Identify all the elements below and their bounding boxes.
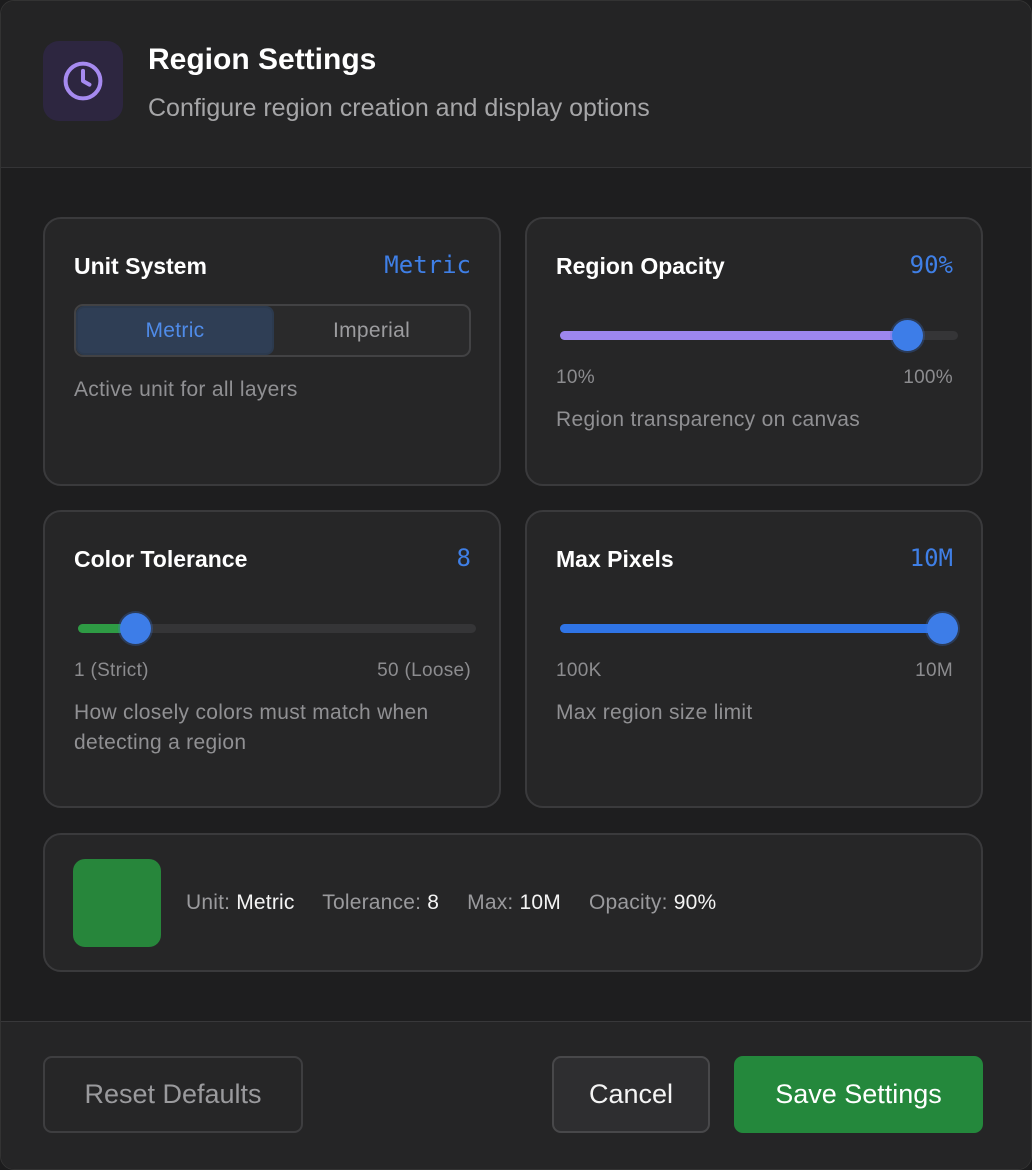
max-pixels-description: Max region size limit: [556, 701, 753, 724]
unit-system-title: Unit System: [74, 253, 207, 279]
opacity-slider-thumb[interactable]: [892, 320, 923, 351]
dialog-title: Region Settings: [148, 43, 377, 76]
reset-defaults-button[interactable]: Reset Defaults: [43, 1056, 303, 1133]
unit-option-imperial[interactable]: Imperial: [274, 306, 469, 355]
unit-system-description: Active unit for all layers: [74, 378, 298, 401]
summary-unit-value: Metric: [236, 891, 295, 914]
summary-tolerance-value: 8: [427, 891, 440, 914]
region-settings-dialog: Region Settings Configure region creatio…: [0, 0, 1032, 1170]
opacity-max-label: 100%: [903, 367, 953, 388]
unit-segmented-control: Metric Imperial: [74, 304, 471, 357]
max-pixels-slider-fill: [560, 624, 958, 633]
unit-option-metric[interactable]: Metric: [76, 306, 274, 355]
tolerance-max-label: 50 (Loose): [377, 660, 471, 681]
save-settings-button[interactable]: Save Settings: [734, 1056, 983, 1133]
region-opacity-value: 90%: [909, 251, 953, 279]
tolerance-min-label: 1 (Strict): [74, 660, 149, 681]
unit-system-value: Metric: [384, 251, 471, 279]
summary-card: Unit: Metric Tolerance: 8 Max: 10M Opaci…: [43, 833, 983, 972]
summary-tolerance-label: Tolerance:: [322, 891, 422, 914]
summary-max-value: 10M: [519, 891, 561, 914]
color-tolerance-title: Color Tolerance: [74, 546, 248, 572]
max-pixels-max-label: 10M: [915, 660, 953, 681]
clock-icon: [63, 61, 103, 101]
max-pixels-value: 10M: [909, 544, 953, 572]
summary-unit-label: Unit:: [186, 891, 231, 914]
max-pixels-min-label: 100K: [556, 660, 602, 681]
summary-opacity-value: 90%: [673, 891, 717, 914]
summary-opacity-label: Opacity:: [589, 891, 668, 914]
max-pixels-card: Max Pixels 10M 100K 10M Max region size …: [525, 510, 983, 808]
color-tolerance-description: How closely colors must match when detec…: [74, 701, 429, 754]
opacity-slider-fill: [560, 331, 907, 340]
settings-summary: Unit: Metric Tolerance: 8 Max: 10M Opaci…: [186, 891, 716, 915]
header-icon-badge: [43, 41, 123, 121]
max-pixels-slider-thumb[interactable]: [927, 613, 958, 644]
unit-system-card: Unit System Metric Metric Imperial Activ…: [43, 217, 501, 486]
region-opacity-title: Region Opacity: [556, 253, 725, 279]
summary-max-label: Max:: [467, 891, 514, 914]
color-swatch: [73, 859, 161, 947]
tolerance-slider[interactable]: [78, 613, 476, 644]
tolerance-slider-thumb[interactable]: [120, 613, 151, 644]
color-tolerance-value: 8: [456, 544, 471, 572]
cancel-button[interactable]: Cancel: [552, 1056, 710, 1133]
max-pixels-slider[interactable]: [560, 613, 958, 644]
region-opacity-description: Region transparency on canvas: [556, 408, 861, 431]
max-pixels-title: Max Pixels: [556, 546, 674, 572]
opacity-min-label: 10%: [556, 367, 595, 388]
region-opacity-card: Region Opacity 90% 10% 100% Region trans…: [525, 217, 983, 486]
color-tolerance-card: Color Tolerance 8 1 (Strict) 50 (Loose) …: [43, 510, 501, 808]
dialog-footer: Reset Defaults Cancel Save Settings: [1, 1021, 1031, 1169]
dialog-subtitle: Configure region creation and display op…: [148, 94, 650, 122]
opacity-slider[interactable]: [560, 320, 958, 351]
dialog-header: Region Settings Configure region creatio…: [1, 1, 1031, 168]
